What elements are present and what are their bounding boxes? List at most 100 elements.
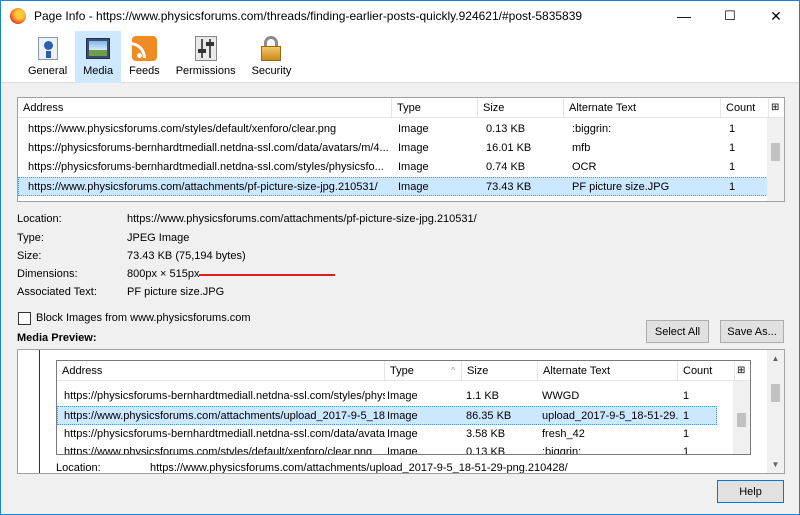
- media-preview-label: Media Preview:: [17, 332, 97, 344]
- title-bar: Page Info - https://www.physicsforums.co…: [1, 1, 799, 31]
- cell-count: 1: [729, 161, 736, 173]
- table-row[interactable]: https://physicsforums-bernhardtmediall.n…: [18, 139, 768, 158]
- cell-address: https://physicsforums-bernhardtmediall.n…: [28, 161, 384, 173]
- preview-cell-size: 86.35 KB: [466, 410, 512, 422]
- preview-cell-address: https://physicsforums-bernhardtmediall.n…: [64, 390, 385, 402]
- minimize-button[interactable]: —: [661, 1, 707, 31]
- column-picker-icon[interactable]: ⊞: [769, 98, 784, 118]
- preview-cell-size: 3.58 KB: [466, 428, 506, 440]
- rss-feed-icon: [130, 34, 158, 62]
- cell-size: 0.13 KB: [486, 123, 526, 135]
- tab-general-label: General: [28, 65, 68, 77]
- cell-size: 0.74 KB: [486, 161, 526, 173]
- cell-address: https://www.physicsforums.com/attachment…: [28, 181, 378, 193]
- dimensions-label: Dimensions:: [17, 268, 78, 280]
- preview-location-value: https://www.physicsforums.com/attachment…: [150, 462, 568, 474]
- preview-pane-scroll-thumb[interactable]: [771, 384, 780, 402]
- select-all-button[interactable]: Select All: [646, 320, 709, 343]
- media-list[interactable]: Address Type Size Alternate Text Count ⊞…: [17, 97, 785, 202]
- dimensions-value: 800px × 515px: [127, 268, 200, 280]
- preview-cell-alt-text: WWGD: [542, 390, 580, 402]
- block-images-checkbox[interactable]: [18, 312, 31, 325]
- scroll-down-arrow-icon[interactable]: ▼: [767, 456, 784, 473]
- block-images-label[interactable]: Block Images from www.physicsforums.com: [36, 312, 251, 324]
- cell-type: Image: [398, 181, 429, 193]
- preview-scroll-thumb: [737, 413, 746, 427]
- media-preview-pane: Address Type ^ Size Alternate Text Count …: [17, 349, 785, 474]
- tab-media[interactable]: Media: [75, 31, 122, 83]
- cell-count: 1: [729, 123, 736, 135]
- location-label: Location:: [17, 213, 62, 225]
- close-button[interactable]: ✕: [753, 1, 799, 31]
- scroll-thumb[interactable]: [771, 143, 780, 161]
- preview-cell-size: 1.1 KB: [466, 390, 500, 402]
- tab-general[interactable]: General: [20, 31, 75, 83]
- preview-table-header: Address Type ^ Size Alternate Text Count …: [57, 361, 750, 381]
- help-button[interactable]: Help: [717, 480, 784, 503]
- media-list-scrollbar[interactable]: [767, 118, 784, 201]
- red-underline-annotation: [199, 274, 335, 276]
- column-size[interactable]: Size: [478, 98, 564, 118]
- permissions-sliders-icon: [193, 34, 219, 62]
- preview-screenshot-table: Address Type ^ Size Alternate Text Count …: [56, 360, 751, 455]
- cell-type: Image: [398, 161, 429, 173]
- preview-row-selected: https://www.physicsforums.com/attachment…: [57, 406, 717, 425]
- column-alt-text[interactable]: Alternate Text: [564, 98, 721, 118]
- page-info-window: Page Info - https://www.physicsforums.co…: [0, 0, 800, 515]
- maximize-button[interactable]: ☐: [707, 1, 753, 31]
- preview-cell-type: Image: [387, 410, 418, 422]
- tab-feeds[interactable]: Feeds: [121, 31, 168, 83]
- table-row[interactable]: https://www.physicsforums.com/styles/def…: [18, 120, 768, 139]
- column-count[interactable]: Count: [721, 98, 769, 118]
- cell-address: https://www.physicsforums.com/styles/def…: [28, 123, 337, 135]
- preview-scrollbar[interactable]: ▲ ▼: [767, 350, 784, 473]
- table-row[interactable]: https://physicsforums-bernhardtmediall.n…: [18, 158, 768, 177]
- tab-permissions-label: Permissions: [175, 65, 236, 77]
- general-info-icon: [35, 34, 61, 62]
- column-address[interactable]: Address: [18, 98, 392, 118]
- preview-cell-alt-text: fresh_42: [542, 428, 585, 440]
- scroll-up-arrow-icon[interactable]: ▲: [767, 350, 784, 367]
- save-as-button[interactable]: Save As...: [720, 320, 784, 343]
- preview-table-scrollbar: [733, 381, 750, 454]
- preview-cell-count: 1: [683, 390, 690, 402]
- cell-alt-text: :biggrin:: [572, 123, 612, 135]
- toolbar: General Media Feeds Permissions Security: [1, 31, 799, 83]
- preview-cell-address: https://www.physicsforums.com/attachment…: [64, 410, 385, 422]
- type-value: JPEG Image: [127, 232, 190, 244]
- associated-text-label: Associated Text:: [17, 286, 97, 298]
- preview-cell-alt-text: upload_2017-9-5_18-51-29.png: [542, 410, 678, 422]
- preview-column-count: Count: [678, 361, 735, 381]
- preview-column-picker-icon: ⊞: [735, 361, 750, 381]
- column-type[interactable]: Type: [392, 98, 478, 118]
- preview-cell-size: 0.13 KB: [466, 446, 506, 455]
- preview-cell-address: https://physicsforums-bernhardtmediall.n…: [64, 428, 385, 440]
- preview-cell-count: 1: [683, 428, 690, 440]
- cell-address: https://physicsforums-bernhardtmediall.n…: [28, 142, 389, 154]
- preview-row: https://physicsforums-bernhardtmediall.n…: [57, 387, 733, 406]
- media-list-header: Address Type Size Alternate Text Count ⊞: [18, 98, 784, 118]
- cell-type: Image: [398, 142, 429, 154]
- size-value: 73.43 KB (75,194 bytes): [127, 250, 246, 262]
- preview-location-label: Location:: [56, 462, 101, 474]
- media-icon: [85, 34, 111, 62]
- preview-row: https://www.physicsforums.com/styles/def…: [57, 443, 733, 455]
- tab-security[interactable]: Security: [244, 31, 300, 83]
- cell-count: 1: [729, 181, 736, 193]
- location-value: https://www.physicsforums.com/attachment…: [127, 213, 477, 225]
- cell-size: 16.01 KB: [486, 142, 532, 154]
- preview-left-edge: [39, 350, 40, 473]
- cell-alt-text: OCR: [572, 161, 597, 173]
- preview-column-address: Address: [57, 361, 385, 381]
- padlock-icon: [258, 34, 284, 62]
- associated-text-value: PF picture size.JPG: [127, 286, 225, 298]
- preview-row: https://physicsforums-bernhardtmediall.n…: [57, 425, 733, 444]
- preview-cell-count: 1: [683, 410, 690, 422]
- table-row-selected[interactable]: https://www.physicsforums.com/attachment…: [18, 177, 768, 196]
- type-label: Type:: [17, 232, 44, 244]
- tab-permissions[interactable]: Permissions: [168, 31, 244, 83]
- cell-type: Image: [398, 123, 429, 135]
- tab-security-label: Security: [251, 65, 292, 77]
- tab-feeds-label: Feeds: [129, 65, 160, 77]
- size-label: Size:: [17, 250, 42, 262]
